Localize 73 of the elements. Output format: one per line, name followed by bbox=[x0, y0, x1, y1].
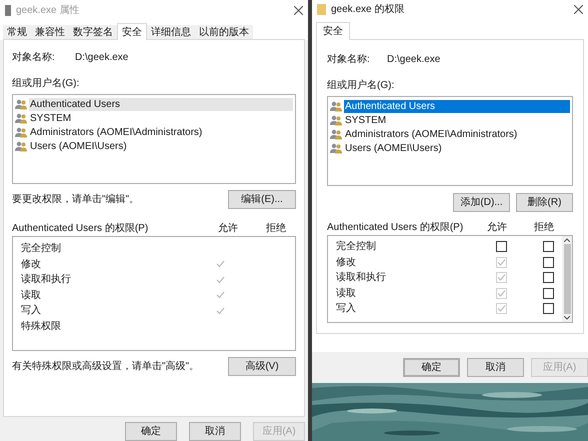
users-icon bbox=[330, 128, 342, 140]
user-list[interactable]: Authenticated Users SYSTEM Administrators (AOMEI\Administrators) Users (AOMEI\Users) bbox=[327, 96, 573, 186]
dialog-button[interactable]: 添加(D)... bbox=[453, 193, 510, 212]
checkbox[interactable] bbox=[543, 272, 554, 284]
user-list[interactable]: Authenticated Users SYSTEM Administrators (AOMEI\Administrators) Users (AOMEI\Users) bbox=[12, 94, 296, 184]
user-item[interactable]: Users (AOMEI\Users) bbox=[344, 142, 443, 154]
user-item[interactable]: SYSTEM bbox=[29, 112, 72, 124]
tab[interactable]: 详细信息 bbox=[147, 25, 195, 40]
group-label: 组或用户名(G): bbox=[327, 78, 396, 93]
dialog-button[interactable]: 编辑(E)... bbox=[228, 190, 296, 209]
permission-name: 修改 bbox=[336, 256, 357, 270]
object-value: D:\geek.exe bbox=[387, 53, 440, 66]
permission-name: 读取 bbox=[336, 286, 357, 301]
tab[interactable]: 以前的版本 bbox=[195, 25, 253, 40]
users-icon bbox=[15, 140, 27, 152]
permission-name: 读取 bbox=[21, 288, 42, 303]
object-label: 对象名称: bbox=[12, 50, 56, 64]
checkbox[interactable] bbox=[543, 288, 554, 299]
permission-name: 写入 bbox=[21, 304, 42, 318]
close-icon[interactable] bbox=[294, 6, 303, 14]
folder-icon bbox=[317, 4, 326, 14]
permission-name: 读取和执行 bbox=[21, 272, 72, 288]
permission-name: 完全控制 bbox=[336, 240, 377, 254]
allow-header: 允许 bbox=[218, 222, 239, 236]
window-title: geek.exe 的权限 bbox=[331, 2, 406, 16]
window-title: geek.exe 属性 bbox=[16, 4, 80, 18]
users-icon bbox=[15, 98, 27, 110]
advanced-hint: 有关特殊权限或高级设置，请单击"高级"。 bbox=[12, 360, 200, 374]
user-item[interactable]: Administrators (AOMEI\Administrators) bbox=[29, 126, 204, 138]
checkbox[interactable] bbox=[496, 241, 507, 252]
permissions-label: Authenticated Users 的权限(P) bbox=[327, 220, 464, 234]
user-item[interactable]: Authenticated Users bbox=[29, 98, 293, 110]
scroll-down-icon[interactable] bbox=[564, 316, 570, 320]
file-icon bbox=[5, 4, 11, 16]
group-label: 组或用户名(G): bbox=[12, 76, 80, 91]
tab[interactable]: 数字签名 bbox=[69, 25, 117, 40]
permission-name: 读取和执行 bbox=[336, 270, 387, 286]
permission-name: 修改 bbox=[21, 258, 42, 272]
users-icon bbox=[330, 114, 342, 126]
dialog-button[interactable]: 取消 bbox=[467, 358, 524, 377]
permission-name: 完全控制 bbox=[21, 242, 62, 256]
users-icon bbox=[330, 100, 342, 112]
permission-name: 写入 bbox=[336, 302, 357, 316]
close-icon[interactable] bbox=[574, 4, 583, 14]
permissions-label: Authenticated Users 的权限(P) bbox=[12, 222, 150, 236]
user-item[interactable]: Administrators (AOMEI\Administrators) bbox=[344, 128, 518, 140]
allow-header: 允许 bbox=[487, 220, 508, 234]
users-icon bbox=[15, 126, 27, 138]
dialog-button[interactable]: 高级(V) bbox=[228, 357, 296, 376]
users-icon bbox=[330, 142, 342, 154]
scroll-up-icon[interactable] bbox=[564, 238, 570, 242]
user-item[interactable]: SYSTEM bbox=[344, 114, 388, 126]
deny-header: 拒绝 bbox=[266, 222, 287, 236]
scrollbar[interactable] bbox=[562, 236, 572, 322]
checkbox[interactable] bbox=[543, 256, 554, 268]
object-label: 对象名称: bbox=[327, 52, 371, 66]
user-item[interactable]: Users (AOMEI\Users) bbox=[29, 140, 128, 152]
dialog-button[interactable]: 确定 bbox=[403, 358, 460, 377]
dialog-button[interactable]: 取消 bbox=[189, 422, 241, 441]
tab[interactable]: 安全 bbox=[316, 22, 350, 40]
users-icon bbox=[15, 112, 27, 124]
dialog-button[interactable]: 删除(R) bbox=[516, 193, 573, 212]
checkbox[interactable] bbox=[543, 241, 554, 252]
tab[interactable]: 常规 bbox=[3, 25, 31, 40]
edit-hint: 要更改权限，请单击"编辑"。 bbox=[12, 192, 140, 207]
object-value: D:\geek.exe bbox=[75, 51, 128, 64]
permission-name: 特殊权限 bbox=[21, 320, 62, 334]
dialog-button[interactable]: 确定 bbox=[125, 422, 177, 441]
checkbox[interactable] bbox=[543, 303, 554, 314]
user-item[interactable]: Authenticated Users bbox=[344, 100, 570, 112]
tab[interactable]: 兼容性 bbox=[31, 25, 69, 40]
tab[interactable]: 安全 bbox=[117, 23, 147, 40]
deny-header: 拒绝 bbox=[534, 220, 554, 234]
